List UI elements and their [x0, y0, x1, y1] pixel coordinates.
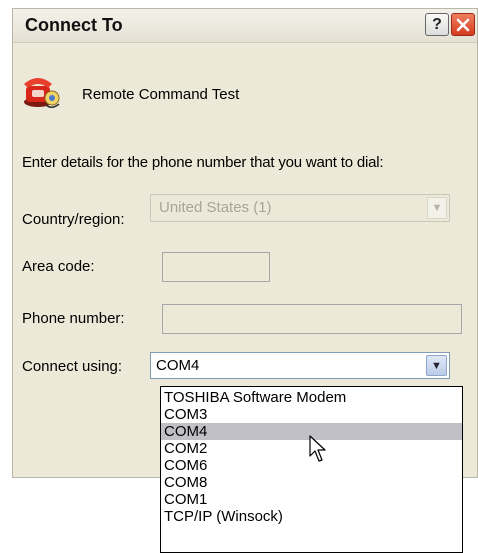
- connect-using-label: Connect using:: [22, 358, 123, 375]
- close-icon: [456, 18, 470, 31]
- connect-using-select[interactable]: COM4 ▼: [150, 352, 450, 379]
- area-code-label: Area code:: [22, 258, 95, 275]
- dropdown-option[interactable]: COM3: [161, 406, 462, 423]
- phone-icon: [24, 78, 60, 108]
- chevron-down-icon[interactable]: ▼: [426, 355, 447, 376]
- instructions-text: Enter details for the phone number that …: [22, 154, 384, 171]
- phone-number-field[interactable]: [162, 304, 462, 334]
- chevron-down-icon[interactable]: ▼: [427, 197, 447, 219]
- title-bar[interactable]: Connect To ?: [13, 9, 477, 43]
- connection-name: Remote Command Test: [82, 86, 240, 103]
- area-code-field[interactable]: [162, 252, 270, 282]
- help-button[interactable]: ?: [425, 13, 449, 36]
- help-icon: ?: [432, 15, 442, 33]
- country-value: United States (1): [159, 199, 272, 216]
- close-button[interactable]: [451, 13, 475, 36]
- country-region-select[interactable]: United States (1) ▼: [150, 194, 450, 222]
- connect-using-dropdown-list[interactable]: TOSHIBA Software Modem COM3 COM4 COM2 CO…: [160, 386, 463, 553]
- dropdown-option[interactable]: COM1: [161, 491, 462, 508]
- connect-using-value: COM4: [156, 357, 200, 374]
- dropdown-option[interactable]: TOSHIBA Software Modem: [161, 389, 462, 406]
- phone-number-label: Phone number:: [22, 310, 125, 327]
- dropdown-option[interactable]: TCP/IP (Winsock): [161, 508, 462, 525]
- dialog-title: Connect To: [25, 15, 123, 35]
- country-label: Country/region:: [22, 211, 125, 228]
- dropdown-option[interactable]: COM8: [161, 474, 462, 491]
- mouse-cursor-icon: [309, 435, 326, 462]
